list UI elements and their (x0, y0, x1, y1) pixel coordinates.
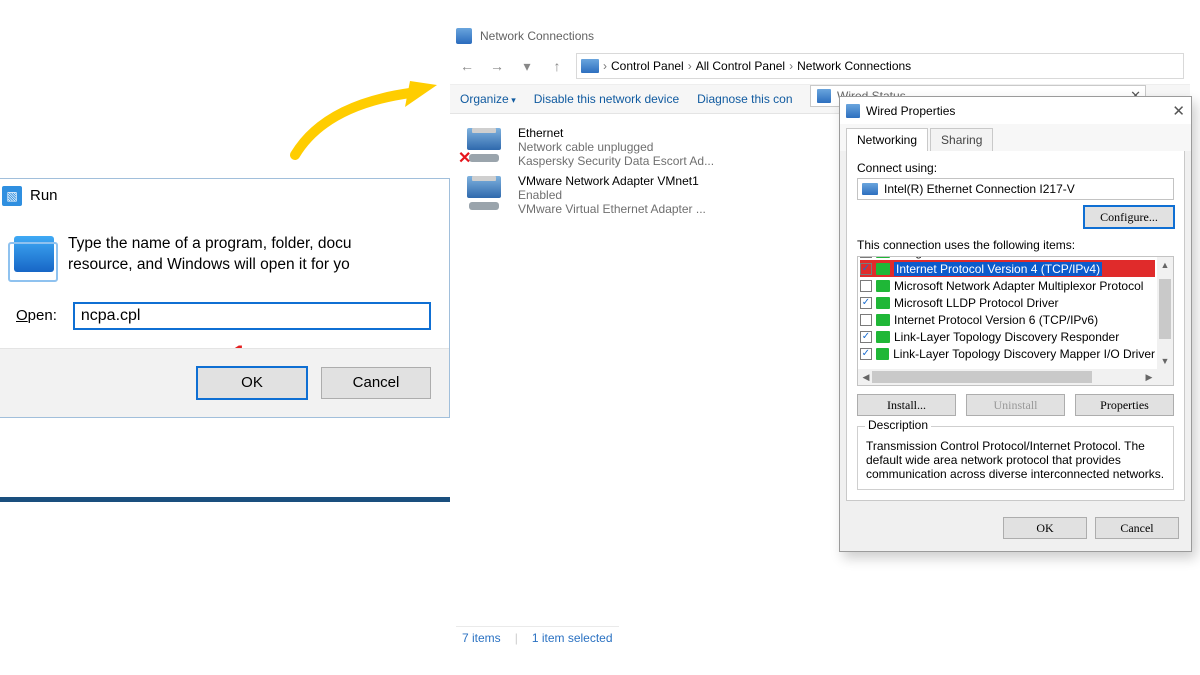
adapter-name: Intel(R) Ethernet Connection I217-V (884, 182, 1075, 196)
explorer-navbar: ← → ▾ ↑ › Control Panel › All Control Pa… (450, 48, 1190, 84)
crumb-3[interactable]: Network Connections (797, 59, 911, 73)
items-label: This connection uses the following items… (857, 238, 1174, 252)
run-dialog: ▧ Run Type the name of a program, folder… (0, 178, 450, 418)
conn-status: Network cable unplugged (518, 140, 807, 154)
address-icon (581, 59, 599, 73)
items-listbox[interactable]: ✓ Bridge Driver ✓ Internet Protocol Version… (857, 256, 1174, 386)
protocol-item[interactable]: ✓ Link-Layer Topology Discovery Mapper I/… (860, 345, 1155, 362)
conn-name: Ethernet (518, 126, 807, 140)
protocol-icon (876, 280, 890, 292)
organize-menu[interactable]: Organize (460, 92, 516, 106)
chevron-right-icon: › (603, 59, 607, 73)
conn-device: Kaspersky Security Data Escort Ad... (518, 154, 807, 168)
crumb-1[interactable]: Control Panel (611, 59, 684, 73)
crumb-2[interactable]: All Control Panel (696, 59, 785, 73)
adapter-icon (817, 89, 831, 103)
cancel-button[interactable]: Cancel (321, 367, 431, 399)
tab-sharing[interactable]: Sharing (930, 128, 993, 151)
run-titlebar: ▧ Run (0, 179, 449, 212)
conn-device: VMware Virtual Ethernet Adapter ... (518, 202, 807, 216)
network-connections-icon (456, 28, 472, 44)
protocol-icon (876, 331, 890, 343)
properties-tabs: Networking Sharing (840, 124, 1191, 151)
error-x-icon: ✕ (458, 148, 471, 168)
adapter-display: Intel(R) Ethernet Connection I217-V (857, 178, 1174, 200)
wired-properties-dialog: Wired Properties ✕ Networking Sharing Co… (839, 96, 1192, 552)
uninstall-button: Uninstall (966, 394, 1065, 416)
selection-count: 1 item selected (532, 631, 613, 645)
run-description: Type the name of a program, folder, docu… (68, 234, 351, 276)
checkbox[interactable]: ✓ (860, 263, 872, 275)
adapter-icon (862, 183, 878, 195)
protocol-label: Microsoft LLDP Protocol Driver (894, 296, 1059, 310)
protocol-item[interactable]: ✓ Link-Layer Topology Discovery Responder (860, 328, 1155, 345)
protocol-icon (876, 263, 890, 275)
checkbox[interactable] (860, 280, 872, 292)
checkbox[interactable]: ✓ (860, 297, 872, 309)
nav-up[interactable]: ↑ (546, 55, 568, 77)
protocol-item[interactable]: Internet Protocol Version 6 (TCP/IPv6) (860, 311, 1155, 328)
description-group: Description Transmission Control Protoco… (857, 426, 1174, 490)
ok-button[interactable]: OK (197, 367, 307, 399)
nav-recent[interactable]: ▾ (516, 55, 538, 77)
protocol-icon (876, 314, 890, 326)
status-bar: 7 items | 1 item selected (456, 626, 619, 648)
explorer-title: Network Connections (480, 29, 594, 43)
adapter-icon (460, 174, 508, 212)
protocol-icon (876, 348, 889, 360)
connection-item[interactable]: ✕ EthernetNetwork cable unpluggedKaspers… (460, 126, 807, 168)
run-title: Run (30, 187, 58, 204)
protocol-icon (876, 256, 890, 258)
nav-back[interactable]: ← (456, 55, 478, 77)
protocol-icon (876, 297, 890, 309)
connection-item[interactable]: VMware Network Adapter VMnet1EnabledVMwa… (460, 174, 807, 216)
run-icon: ▧ (2, 186, 22, 206)
install-button[interactable]: Install... (857, 394, 956, 416)
configure-button[interactable]: Configure... (1084, 206, 1174, 228)
protocol-label: Bridge Driver (894, 256, 964, 259)
tab-networking[interactable]: Networking (846, 128, 928, 151)
conn-name: VMware Network Adapter VMnet1 (518, 174, 807, 188)
protocol-item[interactable]: ✓ Microsoft LLDP Protocol Driver (860, 294, 1155, 311)
conn-status: Enabled (518, 188, 807, 202)
connect-using-label: Connect using: (857, 161, 1174, 175)
protocol-label: Internet Protocol Version 4 (TCP/IPv4) (894, 262, 1102, 276)
properties-button[interactable]: Properties (1075, 394, 1174, 416)
checkbox[interactable]: ✓ (860, 331, 872, 343)
open-input[interactable] (73, 302, 431, 330)
address-bar[interactable]: › Control Panel › All Control Panel › Ne… (576, 53, 1184, 79)
properties-titlebar: Wired Properties ✕ (840, 97, 1191, 124)
checkbox[interactable]: ✓ (860, 256, 872, 258)
item-count: 7 items (462, 631, 501, 645)
annotation-arrow-1 (285, 75, 445, 165)
protocol-label: Microsoft Network Adapter Multiplexor Pr… (894, 279, 1143, 293)
disable-device-action[interactable]: Disable this network device (534, 92, 679, 106)
properties-title: Wired Properties (866, 104, 955, 118)
checkbox[interactable] (860, 314, 872, 326)
protocol-item[interactable]: ✓ Internet Protocol Version 4 (TCP/IPv4) (860, 260, 1155, 277)
checkbox[interactable]: ✓ (860, 348, 872, 360)
protocol-label: Internet Protocol Version 6 (TCP/IPv6) (894, 313, 1098, 327)
protocol-item[interactable]: Microsoft Network Adapter Multiplexor Pr… (860, 277, 1155, 294)
chevron-right-icon: › (789, 59, 793, 73)
close-icon[interactable]: ✕ (1172, 102, 1185, 120)
protocol-label: Link-Layer Topology Discovery Mapper I/O… (893, 347, 1155, 361)
description-text: Transmission Control Protocol/Internet P… (866, 439, 1165, 481)
run-large-icon (14, 236, 54, 272)
adapter-icon: ✕ (460, 126, 508, 164)
cancel-button[interactable]: Cancel (1095, 517, 1179, 539)
vertical-scrollbar[interactable]: ▲▼ (1157, 257, 1173, 369)
horizontal-scrollbar[interactable]: ◀▶ (858, 369, 1157, 385)
nav-forward[interactable]: → (486, 55, 508, 77)
explorer-titlebar: Network Connections (450, 24, 1190, 48)
description-legend: Description (865, 418, 931, 432)
open-label: Open: (16, 307, 57, 324)
adapter-icon (846, 104, 860, 118)
diagnose-action[interactable]: Diagnose this con (697, 92, 792, 106)
ok-button[interactable]: OK (1003, 517, 1087, 539)
chevron-right-icon: › (688, 59, 692, 73)
protocol-label: Link-Layer Topology Discovery Responder (894, 330, 1119, 344)
